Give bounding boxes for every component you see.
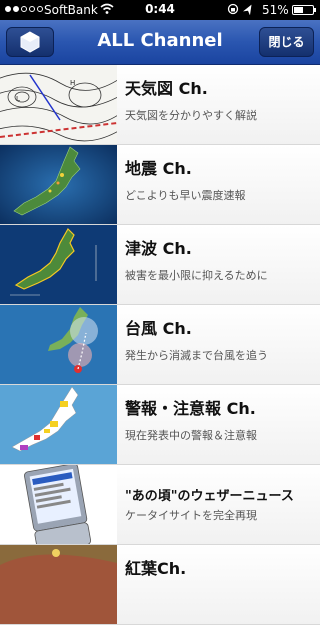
battery-percent: 51%: [262, 3, 289, 17]
channel-title: 天気図 Ch.: [125, 79, 208, 98]
channel-title: 警報・注意報 Ch.: [125, 399, 256, 418]
warning-map-thumbnail: [0, 385, 117, 464]
battery-tip: [314, 8, 316, 12]
channel-row-earthquake[interactable]: 地震 Ch. どこよりも早い震度速報: [0, 145, 320, 225]
status-bar: SoftBank 0:44 51%: [0, 0, 320, 20]
channel-title: 台風 Ch.: [125, 319, 192, 338]
channel-subtitle: 天気図を分かりやすく解説: [125, 109, 257, 122]
channel-row-typhoon[interactable]: 台風 Ch. 発生から消滅まで台風を追う: [0, 305, 320, 385]
channel-subtitle: 発生から消滅まで台風を追う: [125, 349, 268, 362]
channel-row-retro-weathernews[interactable]: "あの頃"のウェザーニュース ケータイサイトを完全再現: [0, 465, 320, 545]
battery-icon: [292, 5, 314, 15]
channel-title: 紅葉Ch.: [125, 559, 187, 578]
channel-subtitle: 現在発表中の警報＆注意報: [125, 429, 257, 442]
svg-text:H: H: [70, 79, 75, 87]
tsunami-map-thumbnail: [0, 225, 117, 304]
channel-row-warnings[interactable]: 警報・注意報 Ch. 現在発表中の警報＆注意報: [0, 385, 320, 465]
page-title: ALL Channel: [97, 30, 223, 51]
lock-rotation-and-location-icons: [227, 3, 257, 18]
channel-row-weather-map[interactable]: H L 天気図 Ch. 天気図を分かりやすく解説: [0, 65, 320, 145]
navigation-bar: ALL Channel 閉じる: [0, 20, 320, 65]
channel-title: 津波 Ch.: [125, 239, 192, 258]
channel-row-tsunami[interactable]: 津波 Ch. 被害を最小限に抑えるために: [0, 225, 320, 305]
channel-title: 地震 Ch.: [125, 159, 192, 178]
channel-subtitle: ケータイサイトを完全再現: [125, 509, 257, 522]
svg-text:L: L: [16, 95, 20, 103]
close-button[interactable]: 閉じる: [259, 27, 314, 57]
channel-row-autumn-leaves[interactable]: 紅葉Ch.: [0, 545, 320, 625]
channel-subtitle: どこよりも早い震度速報: [125, 189, 246, 202]
autumn-leaves-thumbnail: [0, 545, 117, 624]
channel-subtitle: 被害を最小限に抑えるために: [125, 269, 268, 282]
channel-title: "あの頃"のウェザーニュース: [125, 489, 294, 504]
typhoon-map-thumbnail: [0, 305, 117, 384]
hexagon-icon: [20, 31, 40, 53]
weather-map-thumbnail: H L: [0, 65, 117, 144]
earthquake-map-thumbnail: [0, 145, 117, 224]
channel-list: H L 天気図 Ch. 天気図を分かりやすく解説 地震 Ch. どこよりも早い震…: [0, 65, 320, 625]
feature-phone-thumbnail: [0, 465, 117, 544]
hexagon-menu-button[interactable]: [6, 27, 54, 57]
